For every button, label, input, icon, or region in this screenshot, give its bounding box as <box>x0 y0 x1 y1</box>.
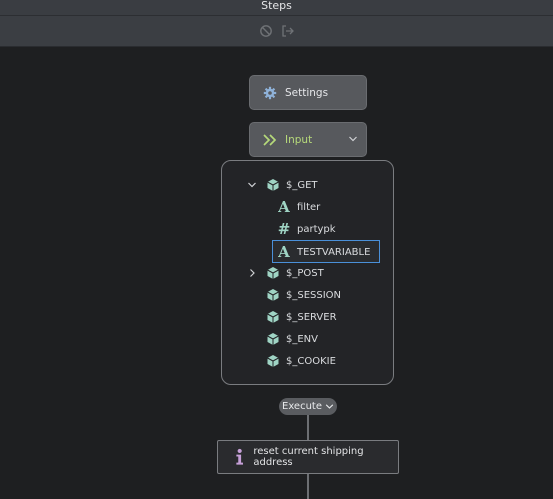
chevron-down-icon[interactable] <box>348 135 358 143</box>
chevron-right-icon[interactable] <box>247 268 257 278</box>
tree-item-session[interactable]: $_SESSION <box>266 285 341 305</box>
tree-item-label: $_SESSION <box>286 289 342 301</box>
string-type-icon: A <box>278 243 290 261</box>
connector-line <box>307 474 309 499</box>
tree-item-filter[interactable]: A filter <box>277 197 320 217</box>
string-type-icon: A <box>278 198 290 216</box>
tree-item-label: $_COOKIE <box>286 355 336 367</box>
tree-item-label: partypk <box>297 223 336 235</box>
chevron-down-icon <box>325 404 334 409</box>
tree-item-label[interactable]: TESTVARIABLE <box>297 247 370 258</box>
settings-node[interactable]: Settings <box>249 75 367 110</box>
toolbar <box>0 16 553 47</box>
tree-item-post[interactable]: $_POST <box>247 263 324 283</box>
cube-icon <box>267 333 279 345</box>
tree-item-cookie[interactable]: $_COOKIE <box>266 351 336 371</box>
tree-item-label: $_ENV <box>286 333 319 345</box>
cube-icon <box>267 355 279 367</box>
execute-button[interactable]: Execute <box>279 398 337 415</box>
tree-item-server[interactable]: $_SERVER <box>266 307 337 327</box>
chevron-down-icon[interactable] <box>247 180 257 190</box>
input-node[interactable]: Input <box>249 122 367 157</box>
gear-icon <box>263 86 277 99</box>
settings-label: Settings <box>285 86 329 99</box>
action-label: reset current shipping address <box>253 446 364 468</box>
cube-icon <box>267 289 279 301</box>
tree-item-label: $_SERVER <box>286 311 337 323</box>
double-chevron-right-icon <box>263 133 277 146</box>
info-icon <box>236 448 243 465</box>
exit-icon[interactable] <box>281 24 295 38</box>
cube-icon <box>267 311 279 323</box>
tree-item-env[interactable]: $_ENV <box>266 329 318 349</box>
action-node[interactable]: reset current shipping address <box>217 440 399 474</box>
number-type-icon: # <box>277 220 291 238</box>
execute-label: Execute <box>282 401 322 412</box>
input-label: Input <box>285 133 313 146</box>
tree-item-label: $_POST <box>286 267 324 279</box>
cube-icon <box>267 179 279 191</box>
connector-line <box>307 415 309 440</box>
tree-item-label: filter <box>297 201 321 213</box>
tree-item-testvariable[interactable]: A TESTVARIABLE <box>277 242 370 262</box>
steps-editor: Steps Settings Input $_GET A filter # pa… <box>0 0 553 499</box>
tree-item-partypk[interactable]: # partypk <box>277 219 336 239</box>
panel-title: Steps <box>0 0 553 16</box>
disable-icon[interactable] <box>259 24 273 38</box>
tree-item-get[interactable]: $_GET <box>247 175 318 195</box>
cube-icon <box>267 267 279 279</box>
tree-item-label: $_GET <box>286 179 318 191</box>
